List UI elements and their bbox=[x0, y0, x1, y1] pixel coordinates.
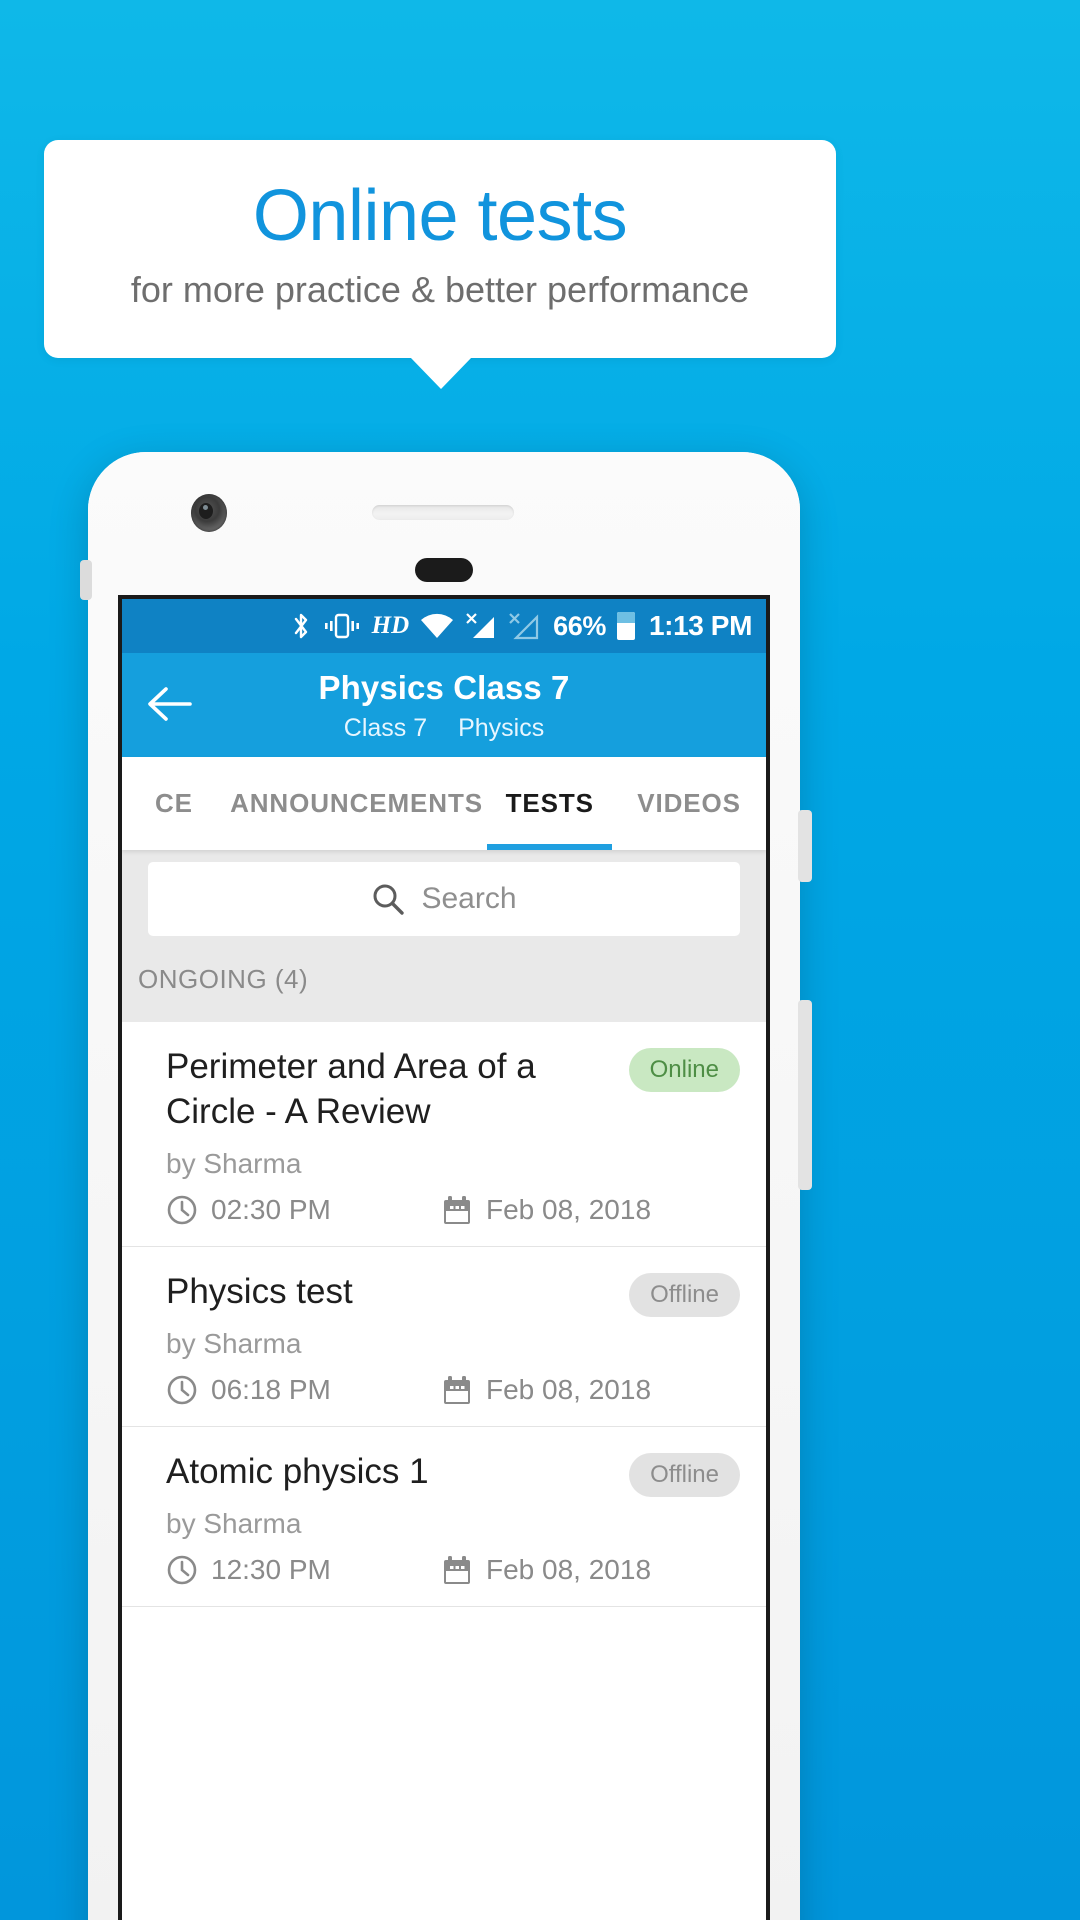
test-date-label: Feb 08, 2018 bbox=[486, 1554, 652, 1585]
breadcrumb: Class 7 Physics bbox=[122, 714, 766, 743]
camera-glint bbox=[203, 505, 208, 510]
test-meta-row: 02:30 PM Feb 08, 2018 bbox=[166, 1194, 740, 1226]
list-item[interactable]: Perimeter and Area of a Circle - A Revie… bbox=[122, 1022, 766, 1247]
promo-title: Online tests bbox=[252, 176, 628, 256]
test-time-label: 02:30 PM bbox=[211, 1194, 331, 1225]
signal-no-sim-icon bbox=[465, 612, 497, 640]
page-title: Physics Class 7 bbox=[318, 669, 570, 706]
clock-icon bbox=[166, 1374, 198, 1406]
list-item[interactable]: Atomic physics 1 by Sharma 12:30 PM Feb … bbox=[122, 1427, 766, 1607]
test-title: Atomic physics 1 bbox=[166, 1452, 429, 1491]
search-icon bbox=[371, 882, 405, 916]
vibrate-icon bbox=[323, 612, 361, 640]
battery-icon bbox=[616, 612, 635, 640]
breadcrumb-subject: Physics bbox=[458, 714, 545, 742]
test-date: Feb 08, 2018 bbox=[441, 1194, 651, 1226]
tab-videos[interactable]: VIDEOS bbox=[612, 757, 766, 850]
phone-volume-button bbox=[798, 1000, 812, 1190]
tab-announcements[interactable]: ANNOUNCEMENTS bbox=[226, 757, 487, 850]
clock-icon bbox=[166, 1554, 198, 1586]
test-date: Feb 08, 2018 bbox=[441, 1554, 651, 1586]
tab-ce[interactable]: CE bbox=[122, 757, 226, 850]
hd-icon: HD bbox=[372, 612, 410, 640]
test-date-label: Feb 08, 2018 bbox=[486, 1374, 652, 1405]
status-badge: Offline bbox=[629, 1453, 740, 1497]
phone-sensor-strip bbox=[415, 558, 473, 582]
test-title: Perimeter and Area of a Circle - A Revie… bbox=[166, 1047, 536, 1131]
phone-front-camera-icon bbox=[191, 494, 227, 532]
tab-tests[interactable]: TESTS bbox=[487, 757, 613, 850]
signal-no-sim-dim-icon bbox=[508, 612, 540, 640]
test-date: Feb 08, 2018 bbox=[441, 1374, 651, 1406]
test-time: 02:30 PM bbox=[166, 1194, 441, 1226]
list-item[interactable]: Physics test by Sharma 06:18 PM Feb 08, … bbox=[122, 1247, 766, 1427]
test-author: by Sharma bbox=[166, 1148, 302, 1179]
test-date-label: Feb 08, 2018 bbox=[486, 1194, 652, 1225]
tests-list: Perimeter and Area of a Circle - A Revie… bbox=[122, 1022, 766, 1607]
promo-callout-card: Online tests for more practice & better … bbox=[44, 140, 836, 358]
breadcrumb-class: Class 7 bbox=[343, 714, 428, 742]
tab-bar: CE ANNOUNCEMENTS TESTS VIDEOS bbox=[122, 757, 766, 850]
section-header-label: ONGOING (4) bbox=[138, 963, 309, 994]
wifi-icon bbox=[420, 613, 454, 639]
phone-earpiece-speaker bbox=[372, 505, 514, 520]
test-meta-row: 06:18 PM Feb 08, 2018 bbox=[166, 1374, 740, 1406]
phone-left-button bbox=[80, 560, 92, 600]
callout-tail bbox=[410, 357, 472, 389]
test-meta-row: 12:30 PM Feb 08, 2018 bbox=[166, 1554, 740, 1586]
status-badge: Online bbox=[628, 1048, 740, 1092]
test-author: by Sharma bbox=[166, 1328, 302, 1359]
battery-percent-label: 66% bbox=[553, 610, 606, 641]
clock-icon bbox=[166, 1194, 198, 1226]
calendar-icon bbox=[441, 1554, 473, 1586]
app-bar: Physics Class 7 Class 7 Physics bbox=[122, 653, 766, 757]
calendar-icon bbox=[441, 1374, 473, 1406]
test-title: Physics test bbox=[166, 1272, 353, 1311]
status-badge: Offline bbox=[629, 1273, 740, 1317]
status-bar: HD 66% 1:13 PM bbox=[122, 599, 766, 653]
test-time-label: 06:18 PM bbox=[211, 1374, 331, 1405]
search-placeholder: Search bbox=[421, 882, 517, 915]
search-section: Search bbox=[122, 850, 766, 936]
search-input[interactable]: Search bbox=[148, 862, 740, 936]
test-time: 06:18 PM bbox=[166, 1374, 441, 1406]
phone-power-button bbox=[798, 810, 812, 882]
promo-screenshot: Online tests for more practice & better … bbox=[0, 0, 1080, 1920]
promo-subtitle: for more practice & better performance bbox=[130, 269, 750, 310]
calendar-icon bbox=[441, 1194, 473, 1226]
status-bar-clock: 1:13 PM bbox=[648, 610, 752, 641]
hd-label: HD bbox=[371, 612, 410, 639]
bluetooth-icon bbox=[290, 611, 312, 641]
phone-screen: HD 66% 1:13 PM Physics Class 7 Class 7 P… bbox=[118, 595, 770, 1920]
test-time: 12:30 PM bbox=[166, 1554, 441, 1586]
test-author: by Sharma bbox=[166, 1508, 302, 1539]
section-header-ongoing: ONGOING (4) bbox=[122, 936, 766, 1022]
test-time-label: 12:30 PM bbox=[211, 1554, 331, 1585]
